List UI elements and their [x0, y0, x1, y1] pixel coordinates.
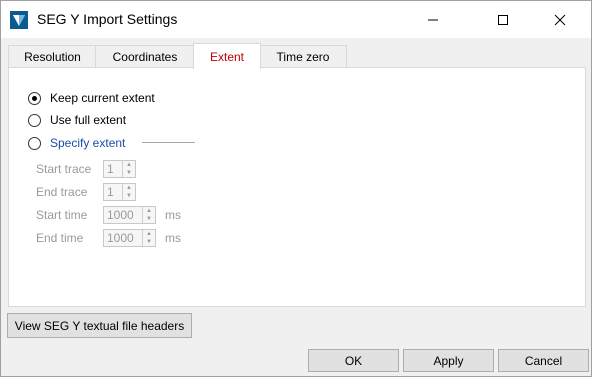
minimize-button[interactable] — [410, 1, 456, 38]
spin-down-icon[interactable]: ▼ — [143, 238, 155, 246]
radio-button[interactable] — [28, 91, 41, 105]
start-time-label: Start time — [36, 208, 88, 222]
radio-specify-extent[interactable]: Specify extent — [28, 134, 125, 152]
button-label: OK — [344, 353, 363, 368]
radio-label: Use full extent — [50, 113, 127, 127]
spin-arrows[interactable]: ▲ ▼ — [122, 161, 135, 177]
apply-button[interactable]: Apply — [403, 349, 494, 372]
tab-label: Coordinates — [112, 50, 178, 64]
minimize-icon — [428, 19, 438, 20]
radio-keep-current-extent[interactable]: Keep current extent — [28, 89, 155, 107]
spin-up-icon[interactable]: ▲ — [123, 161, 135, 169]
cancel-button[interactable]: Cancel — [498, 349, 589, 372]
start-trace-row: Start trace 1 ▲ ▼ — [36, 159, 136, 179]
end-trace-label: End trace — [36, 185, 88, 199]
end-time-spinbox[interactable]: 1000 ▲ ▼ — [103, 229, 156, 247]
spin-arrows[interactable]: ▲ ▼ — [122, 184, 135, 200]
maximize-icon — [498, 14, 508, 25]
title-bar[interactable]: SEG Y Import Settings — [1, 1, 591, 38]
close-icon — [554, 14, 566, 25]
end-time-row: End time 1000 ▲ ▼ ms — [36, 228, 181, 248]
radio-label: Keep current extent — [50, 91, 155, 105]
spin-up-icon[interactable]: ▲ — [143, 230, 155, 238]
start-trace-label: Start trace — [36, 162, 92, 176]
end-trace-spinbox[interactable]: 1 ▲ ▼ — [103, 183, 136, 201]
start-time-spinbox[interactable]: 1000 ▲ ▼ — [103, 206, 156, 224]
view-headers-button[interactable]: View SEG Y textual file headers — [7, 313, 192, 338]
tab-label: Resolution — [24, 50, 81, 64]
radio-use-full-extent[interactable]: Use full extent — [28, 111, 126, 129]
tab-extent[interactable]: Extent — [193, 43, 261, 69]
tab-label: Time zero — [276, 50, 330, 64]
spin-arrows[interactable]: ▲ ▼ — [142, 230, 155, 246]
group-divider — [142, 142, 195, 143]
button-label: View SEG Y textual file headers — [14, 318, 185, 333]
window-title: SEG Y Import Settings — [37, 11, 178, 27]
spin-down-icon[interactable]: ▼ — [123, 169, 135, 177]
start-trace-spinbox[interactable]: 1 ▲ ▼ — [103, 160, 136, 178]
ok-button[interactable]: OK — [308, 349, 399, 372]
tab-coordinates[interactable]: Coordinates — [95, 45, 195, 68]
spin-down-icon[interactable]: ▼ — [143, 215, 155, 223]
end-trace-row: End trace 1 ▲ ▼ — [36, 182, 136, 202]
button-label: Cancel — [524, 353, 563, 368]
maximize-button[interactable] — [480, 1, 526, 38]
spin-up-icon[interactable]: ▲ — [143, 207, 155, 215]
app-logo-icon — [10, 11, 28, 29]
end-time-unit: ms — [165, 231, 181, 245]
start-time-row: Start time 1000 ▲ ▼ ms — [36, 205, 181, 225]
radio-button[interactable] — [28, 136, 41, 150]
spin-up-icon[interactable]: ▲ — [123, 184, 135, 192]
start-time-value[interactable]: 1000 — [104, 208, 142, 222]
start-trace-value[interactable]: 1 — [104, 162, 122, 176]
tab-label: Extent — [209, 49, 245, 64]
end-time-label: End time — [36, 231, 84, 245]
extent-panel: Keep current extent Use full extent Spec… — [8, 67, 586, 307]
end-trace-value[interactable]: 1 — [104, 185, 122, 199]
start-time-unit: ms — [165, 208, 181, 222]
button-label: Apply — [433, 353, 464, 368]
radio-button[interactable] — [28, 113, 41, 127]
tab-resolution[interactable]: Resolution — [8, 45, 97, 68]
close-button[interactable] — [537, 1, 583, 38]
spin-arrows[interactable]: ▲ ▼ — [142, 207, 155, 223]
spin-down-icon[interactable]: ▼ — [123, 192, 135, 200]
dialog-window: SEG Y Import Settings Resolution Coordin… — [0, 0, 592, 377]
tab-time-zero[interactable]: Time zero — [259, 45, 347, 68]
end-time-value[interactable]: 1000 — [104, 231, 142, 245]
radio-label: Specify extent — [50, 136, 126, 150]
